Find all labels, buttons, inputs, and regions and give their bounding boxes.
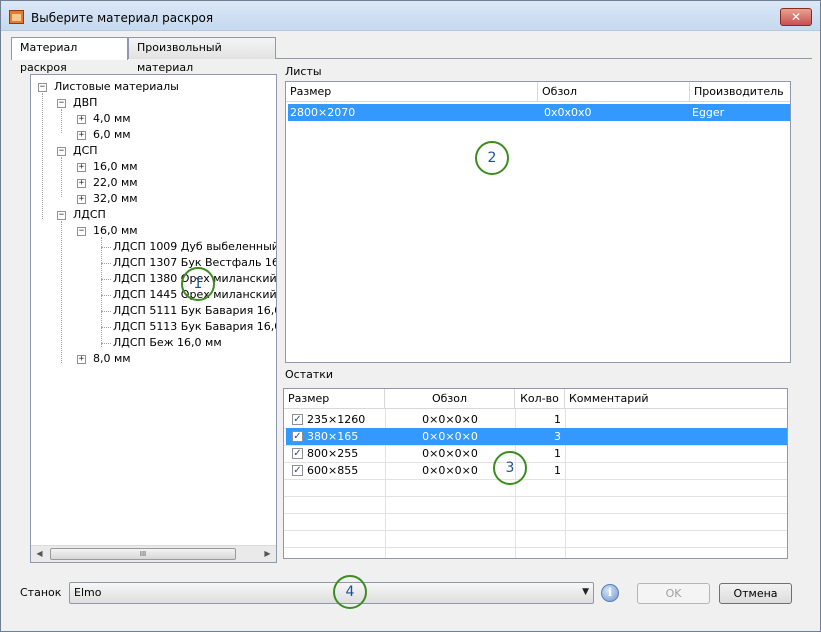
row-checkbox[interactable]: ✓ <box>292 465 303 476</box>
ok-button[interactable]: OK <box>637 583 710 604</box>
scroll-thumb[interactable]: III <box>50 548 236 560</box>
table-row[interactable]: ✓ 380×165 0×0×0×0 3 <box>286 428 787 445</box>
sheets-header: Размер Обзол Производитель <box>286 82 790 102</box>
remnants-grid[interactable]: Размер Обзол Кол-во Комментарий ✓ 235×12… <box>283 388 788 559</box>
expand-icon[interactable]: + <box>77 179 86 188</box>
annotation-marker-4: 4 <box>333 575 367 609</box>
table-row[interactable]: ✓ 600×855 0×0×0×0 1 <box>286 462 787 479</box>
annotation-marker-1: 1 <box>181 267 215 301</box>
machine-label: Станок <box>20 586 62 599</box>
tab-bar: Материал раскроя Произвольный материал <box>11 37 812 74</box>
annotation-marker-3: 3 <box>493 451 527 485</box>
app-icon <box>9 10 24 24</box>
column-header-edge[interactable]: Обзол <box>538 82 690 102</box>
material-tree[interactable]: − Листовые материалы − ДВП + 4,0 мм + 6,… <box>30 74 277 563</box>
tab-cutting-material[interactable]: Материал раскроя <box>11 37 128 74</box>
expand-icon[interactable]: + <box>77 163 86 172</box>
tree-guide <box>61 157 62 197</box>
expand-icon[interactable]: + <box>77 131 86 140</box>
table-row[interactable]: 2800×2070 0x0x0x0 Egger <box>288 104 790 121</box>
column-header-size[interactable]: Размер <box>286 82 538 102</box>
scroll-right-icon[interactable]: ▶ <box>259 546 276 562</box>
column-header-maker[interactable]: Производитель <box>690 82 790 102</box>
row-checkbox[interactable]: ✓ <box>292 431 303 442</box>
collapse-icon[interactable]: − <box>57 99 66 108</box>
collapse-icon[interactable]: − <box>38 83 47 92</box>
row-checkbox[interactable]: ✓ <box>292 414 303 425</box>
tree-horizontal-scrollbar[interactable]: ◀ III ▶ <box>31 545 276 562</box>
collapse-icon[interactable]: − <box>57 211 66 220</box>
column-header-comment[interactable]: Комментарий <box>565 389 787 409</box>
table-row[interactable]: ✓ 235×1260 0×0×0×0 1 <box>286 411 787 428</box>
close-button[interactable]: ✕ <box>780 8 812 26</box>
collapse-icon[interactable]: − <box>57 147 66 156</box>
row-checkbox[interactable]: ✓ <box>292 448 303 459</box>
window-title: Выберите материал раскроя <box>31 11 214 25</box>
dialog-window: Выберите материал раскроя ✕ Материал рас… <box>0 0 821 632</box>
tree-guide <box>42 93 43 219</box>
cancel-button[interactable]: Отмена <box>719 583 792 604</box>
collapse-icon[interactable]: − <box>77 227 86 236</box>
table-row[interactable]: ✓ 800×255 0×0×0×0 1 <box>286 445 787 462</box>
machine-select-value: Elmo <box>74 586 102 599</box>
machine-select[interactable]: Elmo ▼ <box>69 582 594 604</box>
sheets-grid[interactable]: Размер Обзол Производитель 2800×2070 0x0… <box>285 81 791 363</box>
tree-guide <box>61 221 62 363</box>
expand-icon[interactable]: + <box>77 115 86 124</box>
column-header-qty[interactable]: Кол-во <box>515 389 565 409</box>
chevron-down-icon[interactable]: ▼ <box>582 587 589 597</box>
remnants-header: Размер Обзол Кол-во Комментарий <box>284 389 787 409</box>
scroll-left-icon[interactable]: ◀ <box>31 546 48 562</box>
info-icon[interactable]: i <box>601 584 619 602</box>
tree-guide <box>61 109 62 133</box>
expand-icon[interactable]: + <box>77 195 86 204</box>
sheets-label: Листы <box>285 65 322 78</box>
remnants-label: Остатки <box>285 368 334 381</box>
tree-guide <box>101 237 102 347</box>
tab-custom-material[interactable]: Произвольный материал <box>128 37 276 74</box>
column-header-size[interactable]: Размер <box>284 389 385 409</box>
title-bar[interactable]: Выберите материал раскроя ✕ <box>1 1 820 31</box>
annotation-marker-2: 2 <box>475 141 509 175</box>
expand-icon[interactable]: + <box>77 355 86 364</box>
column-header-edge[interactable]: Обзол <box>385 389 515 409</box>
